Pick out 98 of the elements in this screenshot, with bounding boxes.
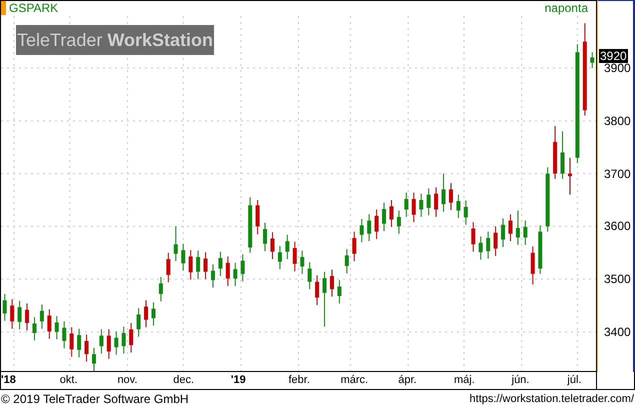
candlestick	[300, 250, 304, 274]
candlestick	[568, 157, 572, 196]
candlestick	[25, 302, 30, 331]
candlestick	[151, 302, 156, 326]
candlestick	[434, 186, 438, 218]
candlestick	[478, 236, 483, 260]
candlestick	[516, 210, 520, 246]
candlestick	[501, 218, 506, 248]
axis-label: '18	[1, 373, 16, 387]
candlestick	[240, 254, 245, 282]
axis-label: 3600	[604, 219, 631, 234]
candlestick	[218, 251, 222, 276]
axis-label: márc.	[340, 373, 368, 387]
axis-label: máj.	[454, 373, 475, 387]
candlestick	[360, 218, 364, 243]
candlestick	[188, 250, 193, 280]
candlestick	[426, 188, 431, 216]
logo: TeleTrader WorkStation	[16, 25, 214, 55]
last-price-badge: 3920	[599, 49, 628, 64]
candlestick	[256, 199, 260, 235]
axis-label: 3800	[604, 114, 631, 128]
candlestick	[315, 274, 320, 306]
candlestick	[158, 276, 163, 302]
candlestick	[270, 232, 274, 260]
candlestick	[77, 328, 82, 358]
candlestick	[114, 330, 118, 356]
candlestick	[344, 248, 349, 274]
candlestick	[448, 182, 453, 211]
candlestick	[99, 328, 104, 354]
candlestick	[84, 334, 89, 362]
candlestick	[210, 264, 215, 288]
candlestick	[494, 226, 498, 256]
candlestick	[412, 192, 416, 223]
axis-label: okt.	[60, 373, 78, 387]
candlestick	[144, 300, 148, 328]
candlestick	[292, 241, 297, 272]
candlestick	[337, 280, 342, 304]
candlestick	[330, 269, 334, 298]
candlestick	[419, 193, 424, 218]
candlestick	[62, 320, 66, 349]
candlestick	[10, 298, 14, 330]
candlestick	[352, 231, 356, 262]
candlestick	[308, 262, 312, 290]
candlestick	[442, 173, 446, 212]
candlestick	[367, 214, 372, 242]
candlestick	[396, 210, 401, 234]
candlestick	[322, 271, 327, 328]
candlestick	[54, 316, 59, 340]
candlestick	[233, 262, 238, 287]
axis-label: febr.	[288, 373, 310, 387]
candlestick	[18, 300, 22, 330]
axis-label: jún.	[512, 373, 530, 387]
candlestick	[92, 347, 96, 371]
axis-label: 3900	[604, 61, 631, 76]
candlestick	[486, 231, 490, 260]
candlestick	[456, 194, 460, 218]
copyright-text: © 2019 TeleTrader Software GmbH	[1, 391, 189, 408]
candlestick	[106, 328, 111, 360]
candlestick	[590, 52, 594, 69]
symbol-label: GSPARK	[9, 1, 58, 15]
candlestick	[129, 322, 134, 354]
candlestick	[523, 220, 528, 246]
symbol-marker-icon	[1, 1, 6, 15]
candlestick	[122, 326, 126, 354]
candlestick	[382, 202, 386, 232]
candlestick	[181, 243, 186, 272]
candlestick	[464, 200, 468, 226]
candlestick	[174, 226, 178, 262]
candlestick	[226, 256, 230, 287]
candlestick	[136, 308, 141, 338]
candlestick	[166, 252, 170, 283]
axis-label: júl.	[567, 373, 582, 387]
candlestick	[47, 308, 52, 340]
candlestick	[471, 222, 476, 252]
candlestick	[32, 316, 36, 341]
candlestick	[2, 293, 7, 322]
axis-label: 3500	[604, 272, 631, 286]
candlestick	[263, 222, 268, 252]
axis-label: 3400	[604, 324, 631, 339]
axis-label: nov.	[117, 373, 138, 387]
candlestick	[530, 246, 535, 285]
candlestick	[560, 130, 565, 180]
candlestick	[196, 250, 200, 280]
candlestick	[285, 234, 290, 260]
period-label: naponta	[544, 1, 588, 15]
candlestick	[70, 326, 74, 358]
candlestick	[508, 214, 512, 242]
axis-label: '19	[230, 373, 246, 387]
candlestick	[404, 192, 408, 218]
candlestick	[278, 245, 282, 270]
axis-label: 3700	[604, 166, 631, 181]
axis-label: dec.	[173, 373, 194, 387]
candlestick	[374, 208, 379, 240]
candlestick	[204, 252, 208, 280]
candlestick	[389, 199, 394, 228]
axis-label: ápr.	[398, 373, 417, 387]
website-link[interactable]: https://workstation.teletrader.com/	[470, 390, 634, 408]
candlestick	[40, 304, 44, 330]
